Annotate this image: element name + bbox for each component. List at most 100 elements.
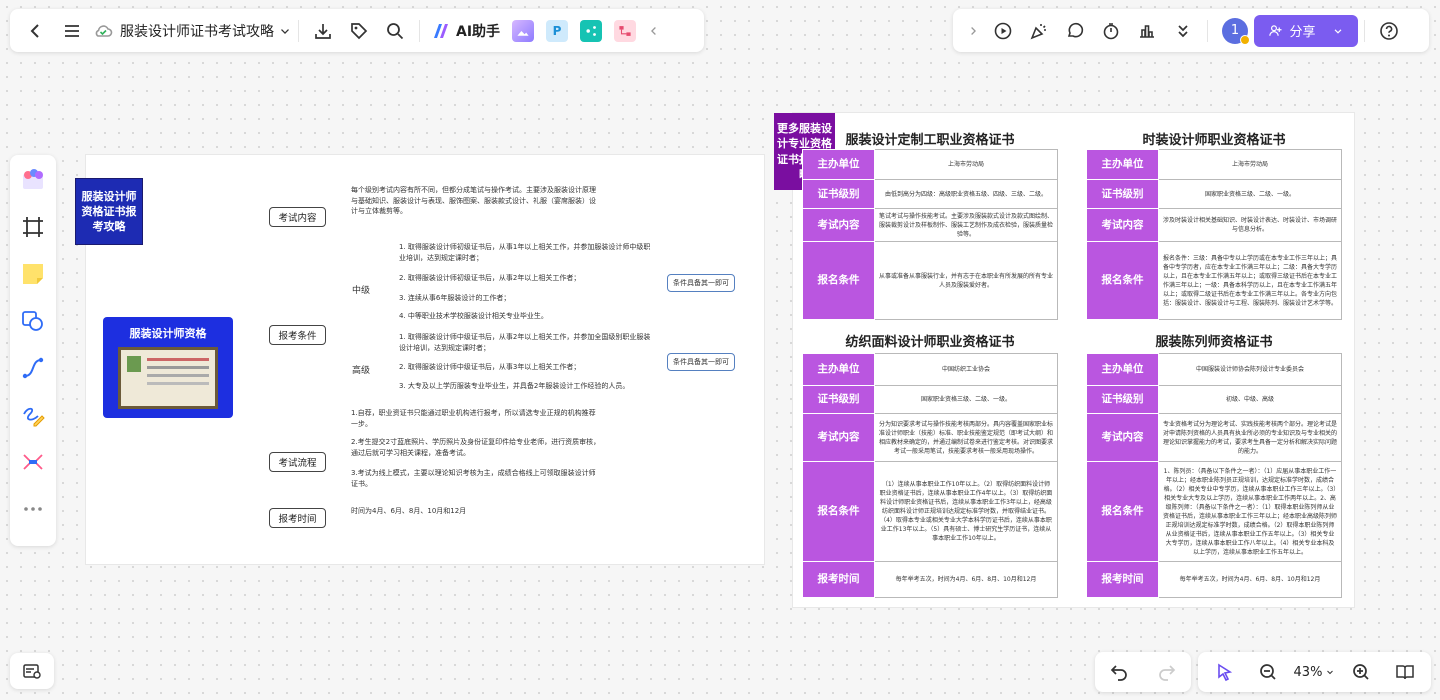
high-item[interactable]: 3. 大专及以上学历服装专业毕业生，并具备2年服装设计工作经验的人员。	[399, 381, 654, 392]
cert-table[interactable]: 主办单位 上海市劳动局 证书级别 国家职业资格三级、二级、一级。 考试内容 涉及时装设…	[1086, 149, 1342, 320]
undo-button[interactable]	[1101, 656, 1137, 688]
cert-row-value: 从事或准备从事服装行业，并有志于在本职业有所发展的所有专业人员及服装爱好者。	[874, 241, 1058, 320]
branch-requirements[interactable]: 报考条件	[269, 325, 326, 345]
mindmap-icon	[586, 25, 596, 36]
template-tool[interactable]	[16, 163, 50, 197]
tag-button[interactable]	[341, 15, 377, 47]
ai-assistant-label: AI助手	[456, 23, 501, 40]
more-tools-button[interactable]	[1165, 15, 1201, 47]
exam-content-text[interactable]: 每个级别考试内容有所不同，但都分成笔试与操作考试。主要涉及服装设计原理与基础知识…	[351, 185, 601, 217]
mindmap-root-node[interactable]: 服装设计师资格	[103, 317, 233, 418]
zoom-in-button[interactable]	[1343, 656, 1379, 688]
mindmap-tool[interactable]	[16, 445, 50, 479]
zoom-bar: 43%	[1198, 652, 1431, 692]
cert-row-label: 考试内容	[802, 208, 875, 242]
cloud-status[interactable]	[90, 15, 116, 47]
mindmap-app-icon[interactable]	[580, 19, 603, 42]
play-icon	[994, 22, 1012, 39]
expand-toolbar-button[interactable]	[961, 15, 985, 47]
search-button[interactable]	[377, 15, 413, 47]
ppt-app-icon[interactable]: P	[546, 19, 569, 42]
vote-button[interactable]	[1129, 15, 1165, 47]
frame-tool[interactable]	[16, 210, 50, 244]
cert-row-label: 证书级别	[1086, 179, 1159, 209]
cert-title: 服装设计定制工职业资格证书	[845, 133, 1015, 148]
more-tools[interactable]	[16, 492, 50, 526]
branch-exam-time[interactable]: 报考时间	[269, 508, 326, 528]
reading-mode-button[interactable]	[1387, 656, 1423, 688]
toolbar-divider	[298, 19, 299, 42]
process-item[interactable]: 2.考生提交2寸蓝底照片、学历照片及身份证复印件给专业老师，进行资质审核，通过后…	[351, 437, 601, 458]
more-dots-icon	[24, 507, 42, 511]
cert-row: 主办单位 上海市劳动局	[1086, 149, 1342, 180]
cert-row: 报名条件 1、陈列员：（具备以下条件之一者）：（1）应届从事本职业工作一年以上；经…	[1086, 461, 1342, 562]
condition-pill-high[interactable]: 条件具备其一即可	[667, 353, 735, 371]
chevron-down-icon[interactable]	[278, 24, 292, 38]
back-button[interactable]	[18, 15, 54, 47]
level-high[interactable]: 高级	[352, 363, 370, 376]
cert-title: 服装陈列师资格证书	[1155, 335, 1273, 350]
shape-tool[interactable]	[16, 304, 50, 338]
mindmap-title-tag[interactable]: 服装设计师资格证书报考攻略	[75, 178, 143, 245]
timer-button[interactable]	[1093, 15, 1129, 47]
zoom-level-dropdown[interactable]: 43%	[1294, 665, 1336, 680]
ai-assistant-button[interactable]: AI助手	[432, 21, 500, 41]
cert-table[interactable]: 主办单位 中国纺织工业协会 证书级别 国家职业资格三级、二级、一级。 考试内容 分为知…	[802, 353, 1058, 598]
menu-button[interactable]	[54, 15, 90, 47]
chevron-down-icon[interactable]	[1332, 25, 1344, 37]
minimap-button[interactable]	[10, 653, 54, 689]
user-avatar[interactable]: 1	[1222, 17, 1250, 45]
cert-row-label: 报名条件	[802, 461, 875, 562]
cert-row-label: 证书级别	[802, 179, 875, 209]
present-button[interactable]	[985, 15, 1021, 47]
pen-tool[interactable]	[16, 398, 50, 432]
image-gen-app-icon[interactable]	[512, 19, 535, 42]
cert-table[interactable]: 主办单位 中国服装设计师协会陈列设计专业委员会 证书级别 初级、中级、高级 考试内容…	[1086, 353, 1342, 598]
cert-row: 考试内容 涉及时装设计相关基础知识、时装设计表达、时装设计、市场调研与信息分析。	[1086, 208, 1342, 242]
mid-item[interactable]: 3. 连续从事6年服装设计的工作者；	[399, 293, 654, 304]
exam-time-text[interactable]: 时间为4月、6月、8月、10月和12月	[351, 506, 551, 517]
flowchart-app-icon[interactable]	[614, 19, 637, 42]
cert-row: 证书级别 初级、中级、高级	[1086, 385, 1342, 414]
process-item[interactable]: 3.考试为线上模式，主要以理论知识考核为主，成绩合格线上可领取服装设计师证书。	[351, 468, 601, 489]
undo-icon	[1110, 665, 1127, 681]
mid-item[interactable]: 2. 取得服装设计师初级证书后，从事2年以上相关工作者；	[399, 273, 654, 284]
chevron-down-icon	[1327, 670, 1334, 675]
collapse-toolbar-button[interactable]	[642, 15, 666, 47]
connector-tool[interactable]	[16, 351, 50, 385]
process-item[interactable]: 1.自荐，职业资证书只能通过职业机构进行报考，所以请选专业正规的机构推荐一步。	[351, 408, 601, 429]
sticky-note-tool[interactable]	[16, 257, 50, 291]
branch-exam-content[interactable]: 考试内容	[269, 207, 326, 227]
high-item[interactable]: 1. 取得服装设计师中级证书后，从事2年以上相关工作，并参加全国级别职业服装设计…	[399, 332, 654, 353]
high-item[interactable]: 2. 取得服装设计师中级证书后，从事3年以上相关工作者；	[399, 362, 654, 373]
celebrate-button[interactable]	[1021, 15, 1057, 47]
level-mid[interactable]: 中级	[352, 283, 370, 296]
flowchart-icon	[619, 25, 631, 36]
share-button[interactable]: 分享	[1254, 14, 1358, 47]
export-button[interactable]	[305, 15, 341, 47]
cert-row-value: 报名条件：三级：具备中专以上学历或在本专业工作三年以上；具备中专学历者，应在本专…	[1158, 241, 1342, 320]
mid-item[interactable]: 4. 中等职业技术学校服装设计相关专业毕业生。	[399, 311, 654, 322]
cursor-pointer-icon	[1218, 663, 1233, 682]
cert-table[interactable]: 主办单位 上海市劳动局 证书级别 由低到高分为四级：高级职业资格五级、四级、三级、二…	[802, 149, 1058, 320]
document-title[interactable]: 服装设计师证书考试攻略	[120, 21, 274, 41]
timer-icon	[1103, 22, 1119, 39]
cert-row-value: 初级、中级、高级	[1158, 385, 1342, 414]
cert-row: 考试内容 分为知识要求考试与操作技能考核两部分。具内容覆盖国家职业标准设计师职业（…	[802, 413, 1058, 462]
select-pointer-button[interactable]	[1206, 656, 1242, 688]
condition-pill-mid[interactable]: 条件具备其一即可	[667, 274, 735, 292]
branch-exam-process[interactable]: 考试流程	[269, 452, 326, 472]
mid-item[interactable]: 1. 取得服装设计师初级证书后，从事1年以上相关工作，并参加服装设计师中级职业培…	[399, 242, 654, 263]
zoom-out-button[interactable]	[1250, 656, 1286, 688]
cert-row-label: 报考时间	[1086, 561, 1159, 598]
toolbar-divider	[419, 19, 420, 42]
sticky-note-icon	[23, 264, 43, 284]
map-location-icon	[23, 664, 41, 679]
redo-button[interactable]	[1149, 656, 1185, 688]
chevron-left-icon	[651, 26, 656, 35]
help-button[interactable]	[1371, 15, 1407, 47]
cert-row: 报名条件 报名条件：三级：具备中专以上学历或在本专业工作三年以上；具备中专学历者，…	[1086, 241, 1342, 320]
image-icon	[517, 30, 529, 36]
cert-row-value: 上海市劳动局	[874, 149, 1058, 180]
comment-button[interactable]	[1057, 15, 1093, 47]
